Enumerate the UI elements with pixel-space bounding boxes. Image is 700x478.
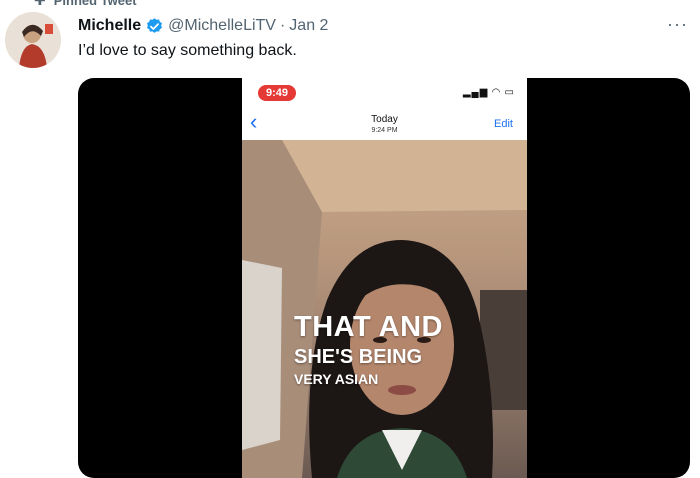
tweet-header: Michelle @MichelleLiTV · Jan 2 — [78, 14, 328, 38]
caption-line-2: SHE'S BEING — [294, 346, 423, 368]
nav-subtitle: 9:24 PM — [371, 127, 398, 134]
separator-dot: · — [279, 17, 286, 34]
tweet-text: I’d love to say something back. — [78, 42, 297, 59]
edit-button: Edit — [494, 118, 513, 130]
display-name[interactable]: Michelle — [78, 17, 141, 35]
tweet-media-video[interactable]: 9:49 ▂▄▆ ◠ ▭ ‹ Today 9:24 PM Edit THAT A… — [78, 78, 690, 478]
tweet-date[interactable]: Jan 2 — [289, 17, 328, 35]
ios-status-bar: 9:49 ▂▄▆ ◠ ▭ — [242, 78, 527, 106]
more-icon[interactable]: ··· — [667, 14, 688, 35]
status-time: 9:49 — [258, 85, 297, 101]
video-scene — [242, 140, 527, 478]
ios-nav-bar: ‹ Today 9:24 PM Edit — [242, 106, 527, 140]
caption-line-1: THAT AND — [294, 311, 443, 343]
caption-line-3: VERY ASIAN — [294, 371, 379, 387]
pinned-text: Pinned Tweet — [53, 0, 137, 8]
user-handle[interactable]: @MichelleLiTV — [168, 17, 276, 35]
avatar-image — [5, 12, 61, 68]
pinned-tweet-label: ✚ Pinned Tweet — [34, 0, 137, 9]
avatar[interactable] — [5, 12, 61, 68]
verified-badge-icon — [147, 17, 163, 33]
pin-icon: ✚ — [34, 0, 46, 8]
phone-screenshot: 9:49 ▂▄▆ ◠ ▭ ‹ Today 9:24 PM Edit THAT A… — [242, 78, 527, 478]
nav-title: Today — [371, 114, 398, 125]
signal-wifi-battery-icon: ▂▄▆ ◠ ▭ — [462, 87, 515, 98]
video-frame: THAT AND SHE'S BEING VERY ASIAN — [242, 140, 527, 478]
